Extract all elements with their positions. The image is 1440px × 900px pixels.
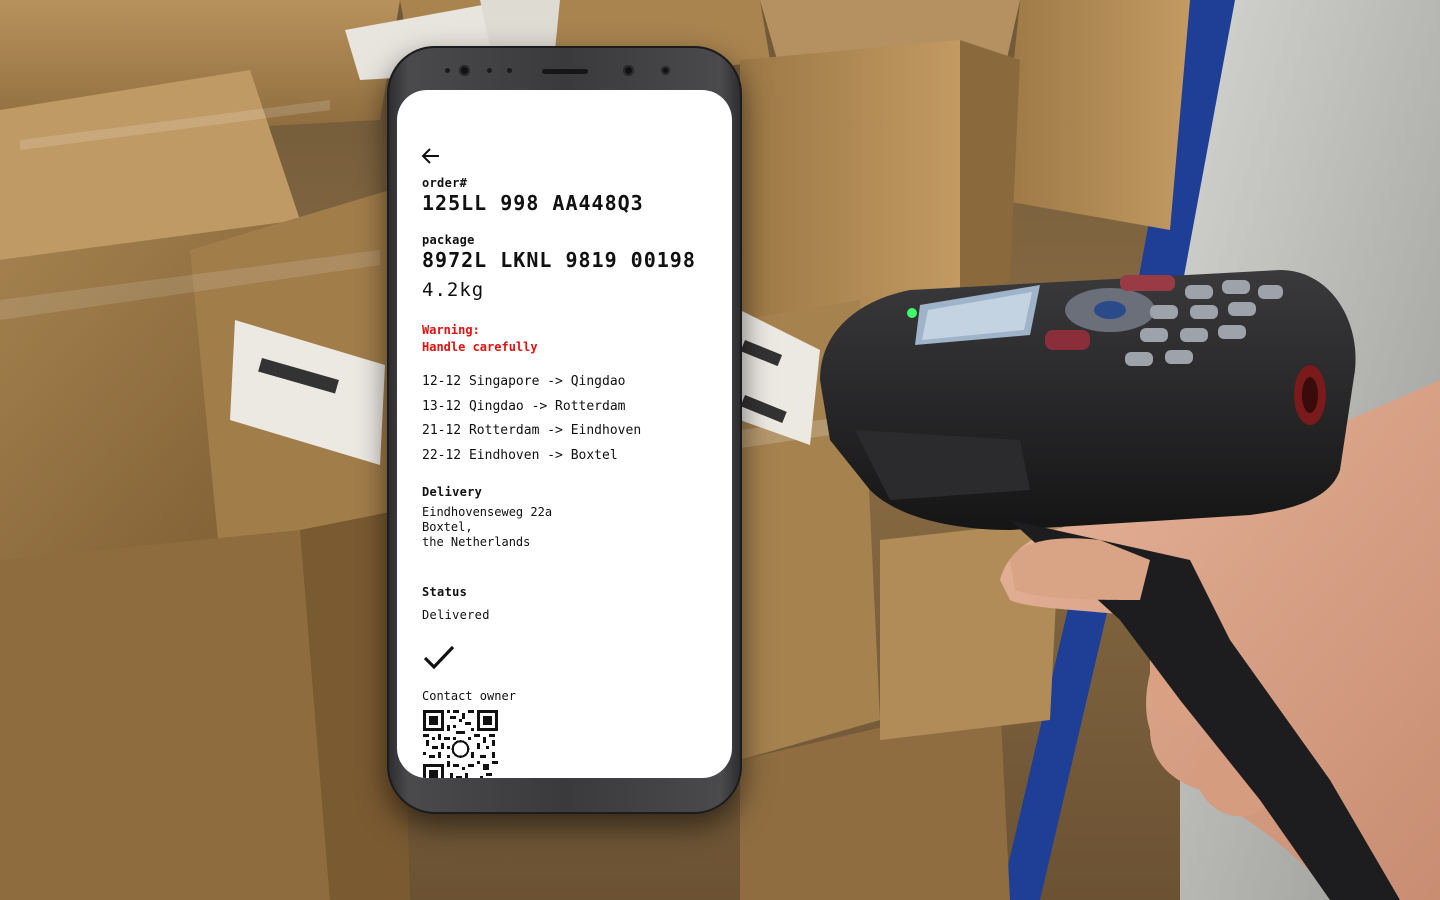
smartphone: order# 125LL 998 AA448Q3 package 8972L L… <box>387 46 742 814</box>
delivery-label: Delivery <box>422 485 483 499</box>
order-number: 125LL 998 AA448Q3 <box>422 191 644 215</box>
warning-text: Handle carefully <box>422 340 538 354</box>
route-item: 22-12 Eindhoven -> Boxtel <box>422 448 618 463</box>
iris-scanner <box>623 65 634 76</box>
front-camera <box>459 65 470 76</box>
warehouse-scene: order# 125LL 998 AA448Q3 package 8972L L… <box>0 0 1440 900</box>
route-item: 21-12 Rotterdam -> Eindhoven <box>422 423 642 438</box>
sensor-dot <box>445 68 450 73</box>
checkmark-icon <box>423 645 455 670</box>
sensor-dot <box>507 68 512 73</box>
sensor-dot <box>487 68 492 73</box>
delivery-address: Eindhovenseweg 22a Boxtel, the Netherlan… <box>422 505 553 549</box>
qr-code-icon[interactable] <box>423 710 498 778</box>
phone-screen: order# 125LL 998 AA448Q3 package 8972L L… <box>397 90 732 778</box>
warning-title: Warning: <box>422 323 480 337</box>
status-label: Status <box>422 585 468 599</box>
order-label: order# <box>422 176 468 190</box>
package-label: package <box>422 233 475 247</box>
contact-owner-link[interactable]: Contact owner <box>422 689 516 703</box>
status-value: Delivered <box>422 608 490 622</box>
route-item: 12-12 Singapore -> Qingdao <box>422 374 626 389</box>
package-number: 8972L LKNL 9819 00198 <box>422 248 696 272</box>
package-weight: 4.2kg <box>422 279 485 301</box>
arrow-left-icon[interactable] <box>420 145 442 167</box>
route-item: 13-12 Qingdao -> Rotterdam <box>422 399 626 414</box>
front-sensor <box>661 66 670 75</box>
earpiece-speaker <box>542 69 588 74</box>
